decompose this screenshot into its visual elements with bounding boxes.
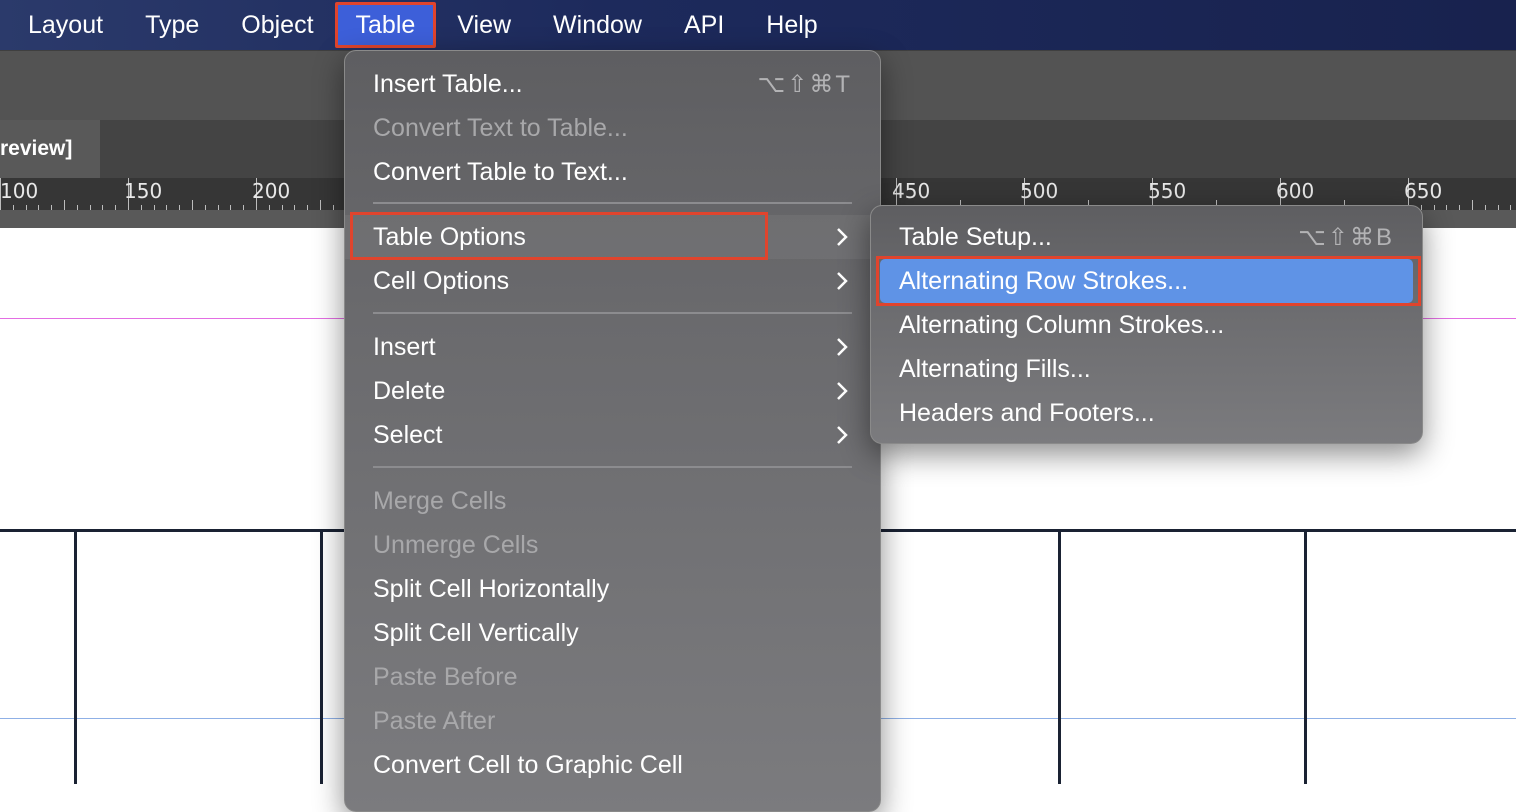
menu-item-label: Delete	[373, 376, 446, 405]
ruler-label: 100	[0, 179, 39, 203]
menu-help[interactable]: Help	[745, 2, 838, 48]
menu-item-label: Table Setup...	[899, 222, 1052, 251]
menu-separator	[373, 466, 852, 468]
menu-item-label: Split Cell Vertically	[373, 618, 579, 647]
menu-item-label: Convert Cell to Graphic Cell	[373, 750, 683, 779]
table-options-submenu: Table Setup... ⌥⇧⌘B Alternating Row Stro…	[870, 205, 1423, 444]
menu-item-label: Table Options	[373, 222, 526, 251]
menu-item-label: Alternating Column Strokes...	[899, 310, 1225, 339]
menu-item-label: Convert Table to Text...	[373, 157, 628, 186]
menu-separator	[373, 202, 852, 204]
menu-item-label: Merge Cells	[373, 486, 507, 515]
chevron-right-icon	[837, 338, 848, 356]
menu-view[interactable]: View	[436, 2, 532, 48]
menu-item-cell-options[interactable]: Cell Options	[345, 259, 880, 303]
menu-item-label: Select	[373, 420, 443, 449]
table-column-border	[320, 532, 323, 784]
menu-item-insert[interactable]: Insert	[345, 325, 880, 369]
chevron-right-icon	[837, 228, 848, 246]
menu-table[interactable]: Table	[334, 2, 437, 48]
menu-item-convert-text-to-table: Convert Text to Table...	[345, 106, 880, 150]
menu-item-merge-cells: Merge Cells	[345, 479, 880, 523]
menu-item-headers-and-footers[interactable]: Headers and Footers...	[871, 391, 1422, 435]
menu-item-label: Insert	[373, 332, 436, 361]
menu-item-label: Headers and Footers...	[899, 398, 1155, 427]
menu-item-label: Split Cell Horizontally	[373, 574, 610, 603]
menu-item-table-options[interactable]: Table Options	[345, 215, 880, 259]
menu-item-label: Insert Table...	[373, 69, 523, 98]
menu-item-delete[interactable]: Delete	[345, 369, 880, 413]
menu-item-alternating-fills[interactable]: Alternating Fills...	[871, 347, 1422, 391]
table-column-border	[1058, 532, 1061, 784]
shortcut-label: ⌥⇧⌘T	[757, 70, 852, 98]
menu-item-split-vertically[interactable]: Split Cell Vertically	[345, 611, 880, 655]
menu-bar: Layout Type Object Table View Window API…	[0, 0, 1516, 50]
ruler-label: 500	[1020, 179, 1059, 203]
menu-item-label: Alternating Row Strokes...	[899, 266, 1189, 295]
menu-item-label: Convert Text to Table...	[373, 113, 628, 142]
menu-item-convert-table-to-text[interactable]: Convert Table to Text...	[345, 150, 880, 194]
chevron-right-icon	[837, 382, 848, 400]
menu-separator	[373, 312, 852, 314]
menu-item-alternating-column-strokes[interactable]: Alternating Column Strokes...	[871, 303, 1422, 347]
ruler-label: 200	[252, 179, 291, 203]
ruler-label: 650	[1404, 179, 1443, 203]
menu-layout[interactable]: Layout	[0, 2, 124, 48]
menu-item-paste-before: Paste Before	[345, 655, 880, 699]
menu-item-label: Paste After	[373, 706, 496, 735]
ruler-label: 600	[1276, 179, 1315, 203]
menu-item-label: Cell Options	[373, 266, 510, 295]
menu-item-table-setup[interactable]: Table Setup... ⌥⇧⌘B	[871, 215, 1422, 259]
menu-item-convert-to-graphic-cell[interactable]: Convert Cell to Graphic Cell	[345, 743, 880, 787]
menu-item-paste-after: Paste After	[345, 699, 880, 743]
menu-window[interactable]: Window	[532, 2, 663, 48]
chevron-right-icon	[837, 272, 848, 290]
menu-item-label: Unmerge Cells	[373, 530, 539, 559]
table-menu: Insert Table... ⌥⇧⌘T Convert Text to Tab…	[344, 50, 881, 812]
ruler-label: 150	[124, 179, 163, 203]
ruler-label: 450	[892, 179, 931, 203]
shortcut-label: ⌥⇧⌘B	[1298, 223, 1394, 251]
menu-type[interactable]: Type	[124, 2, 220, 48]
table-column-border	[74, 532, 77, 784]
document-tab[interactable]: review]	[0, 120, 100, 178]
ruler-label: 550	[1148, 179, 1187, 203]
menu-item-insert-table[interactable]: Insert Table... ⌥⇧⌘T	[345, 62, 880, 106]
menu-item-label: Paste Before	[373, 662, 518, 691]
menu-item-label: Alternating Fills...	[899, 354, 1091, 383]
chevron-right-icon	[837, 426, 848, 444]
menu-item-split-horizontally[interactable]: Split Cell Horizontally	[345, 567, 880, 611]
document-tab-title: review]	[0, 137, 73, 160]
menu-item-unmerge-cells: Unmerge Cells	[345, 523, 880, 567]
menu-item-alternating-row-strokes[interactable]: Alternating Row Strokes...	[880, 259, 1413, 303]
table-column-border	[1304, 532, 1307, 784]
menu-item-select[interactable]: Select	[345, 413, 880, 457]
menu-api[interactable]: API	[663, 2, 745, 48]
menu-object[interactable]: Object	[220, 2, 334, 48]
